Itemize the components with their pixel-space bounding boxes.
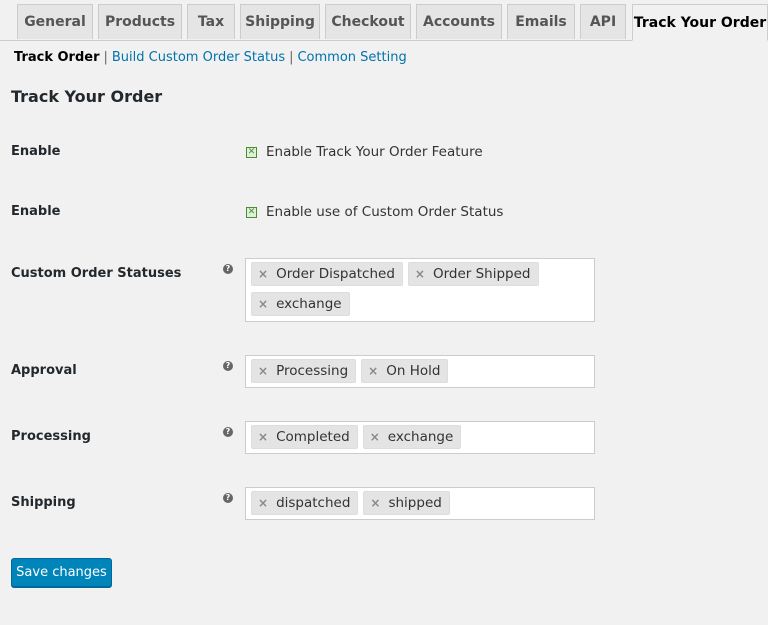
status-chip: × Processing: [251, 359, 357, 383]
status-chip: × Order Shipped: [407, 262, 539, 286]
chip-label: On Hold: [386, 363, 441, 379]
processing-label: Processing: [11, 429, 91, 444]
subnav: Track Order | Build Custom Order Status | Co…: [14, 50, 407, 65]
chip-label: dispatched: [276, 495, 351, 511]
chip-label: shipped: [388, 495, 442, 511]
status-chip: × Order Dispatched: [251, 262, 403, 286]
remove-chip-icon[interactable]: ×: [258, 297, 268, 311]
chip-label: Order Shipped: [432, 266, 531, 282]
tab-shipping[interactable]: Shipping: [240, 4, 320, 39]
enable-feature-checkbox-label[interactable]: Enable Track Your Order Feature: [266, 144, 483, 160]
status-chip: × exchange: [362, 425, 462, 449]
custom-order-statuses-select[interactable]: × Order Dispatched × Order Shipped × exchan…: [245, 258, 595, 322]
enable-feature-checkbox[interactable]: ✕: [246, 146, 257, 158]
help-icon[interactable]: ?: [223, 264, 233, 274]
tab-tax[interactable]: Tax: [187, 4, 235, 39]
tab-emails[interactable]: Emails: [507, 4, 575, 39]
subnav-build-custom-order-status[interactable]: Build Custom Order Status: [112, 50, 285, 65]
remove-chip-icon[interactable]: ×: [258, 496, 268, 510]
help-icon[interactable]: ?: [223, 361, 233, 371]
help-icon[interactable]: ?: [223, 427, 233, 437]
processing-select[interactable]: × Completed × exchange: [245, 421, 595, 454]
enable-feature-row: ✕ Enable Track Your Order Feature: [246, 144, 483, 160]
approval-select[interactable]: × Processing × On Hold: [245, 355, 595, 388]
chip-label: Processing: [276, 363, 349, 379]
enable-feature-label: Enable: [11, 144, 61, 159]
remove-chip-icon[interactable]: ×: [415, 267, 425, 281]
remove-chip-icon[interactable]: ×: [258, 430, 268, 444]
section-title: Track Your Order: [11, 87, 163, 106]
chip-label: Order Dispatched: [276, 266, 395, 282]
tab-products[interactable]: Products: [98, 4, 182, 39]
tab-api[interactable]: API: [580, 4, 626, 39]
remove-chip-icon[interactable]: ×: [370, 430, 380, 444]
enable-custom-status-label: Enable: [11, 204, 61, 219]
chip-label: exchange: [276, 296, 342, 312]
status-chip: × Completed: [251, 425, 358, 449]
tab-accounts[interactable]: Accounts: [416, 4, 502, 39]
enable-custom-status-row: ✕ Enable use of Custom Order Status: [246, 204, 503, 220]
remove-chip-icon[interactable]: ×: [258, 267, 268, 281]
subnav-track-order[interactable]: Track Order: [14, 50, 100, 65]
status-chip: × shipped: [363, 491, 450, 515]
status-chip: × exchange: [251, 292, 350, 316]
help-icon[interactable]: ?: [223, 493, 233, 503]
tab-track-your-order[interactable]: Track Your Order: [632, 4, 768, 41]
status-chip: × On Hold: [361, 359, 449, 383]
chip-label: exchange: [387, 429, 454, 445]
approval-label: Approval: [11, 363, 77, 378]
subnav-separator: |: [289, 50, 294, 65]
remove-chip-icon[interactable]: ×: [258, 364, 268, 378]
tab-general[interactable]: General: [17, 4, 93, 39]
tab-checkout[interactable]: Checkout: [325, 4, 411, 39]
settings-tab-bar: General Products Tax Shipping Checkout A…: [0, 0, 768, 41]
status-chip: × dispatched: [251, 491, 359, 515]
shipping-label: Shipping: [11, 495, 76, 510]
save-changes-button[interactable]: Save changes: [11, 558, 112, 587]
chip-label: Completed: [276, 429, 350, 445]
subnav-separator: |: [103, 50, 108, 65]
enable-custom-status-checkbox[interactable]: ✕: [246, 206, 257, 218]
custom-order-statuses-label: Custom Order Statuses: [11, 266, 182, 281]
remove-chip-icon[interactable]: ×: [368, 364, 378, 378]
enable-custom-status-checkbox-label[interactable]: Enable use of Custom Order Status: [266, 204, 503, 220]
subnav-common-setting[interactable]: Common Setting: [297, 50, 406, 65]
shipping-select[interactable]: × dispatched × shipped: [245, 487, 595, 520]
remove-chip-icon[interactable]: ×: [370, 496, 380, 510]
